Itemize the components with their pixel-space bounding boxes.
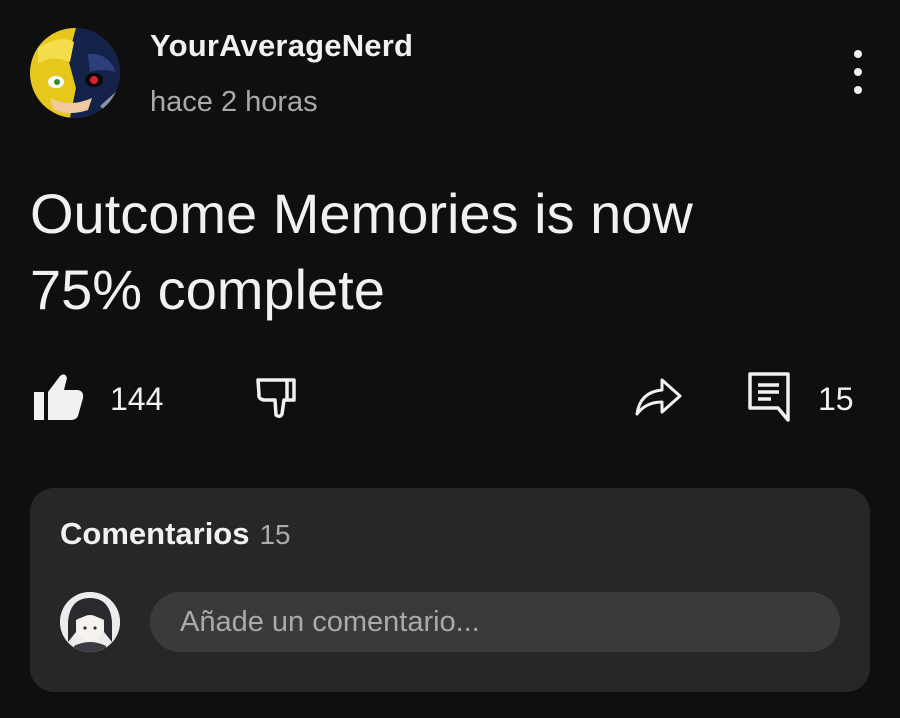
action-bar: 144 15 [30,370,870,430]
post-header: YourAverageNerd hace 2 horas [30,26,870,126]
comment-icon [748,372,790,422]
channel-avatar[interactable] [30,28,120,118]
comments-button[interactable]: 15 [746,370,870,430]
more-vert-icon-dot [854,68,862,76]
thumbs-up-icon [34,374,84,420]
comment-input[interactable] [150,592,840,652]
channel-name[interactable]: YourAverageNerd [150,28,413,64]
share-icon [635,378,682,416]
like-button[interactable]: 144 [30,370,230,430]
post-text-line: 75% complete [30,258,385,321]
post-text: Outcome Memories is now 75% complete [30,176,850,328]
post-timestamp: hace 2 horas [150,86,318,118]
comments-panel[interactable]: Comentarios 15 [30,488,870,692]
channel-avatar-image [30,28,120,118]
share-button[interactable] [632,370,692,430]
comments-heading: Comentarios 15 [60,516,291,552]
comments-title: Comentarios [60,516,250,551]
like-count: 144 [110,381,164,417]
user-avatar [60,592,120,652]
dislike-button[interactable] [254,370,310,430]
comments-count: 15 [818,381,854,417]
thumbs-down-icon [256,378,296,419]
more-options-button[interactable] [846,50,870,94]
more-vert-icon-dot [854,86,862,94]
more-vert-icon-dot [854,50,862,58]
comments-title-count: 15 [259,519,291,550]
post-text-line: Outcome Memories is now [30,182,693,245]
user-avatar-image [60,592,120,652]
